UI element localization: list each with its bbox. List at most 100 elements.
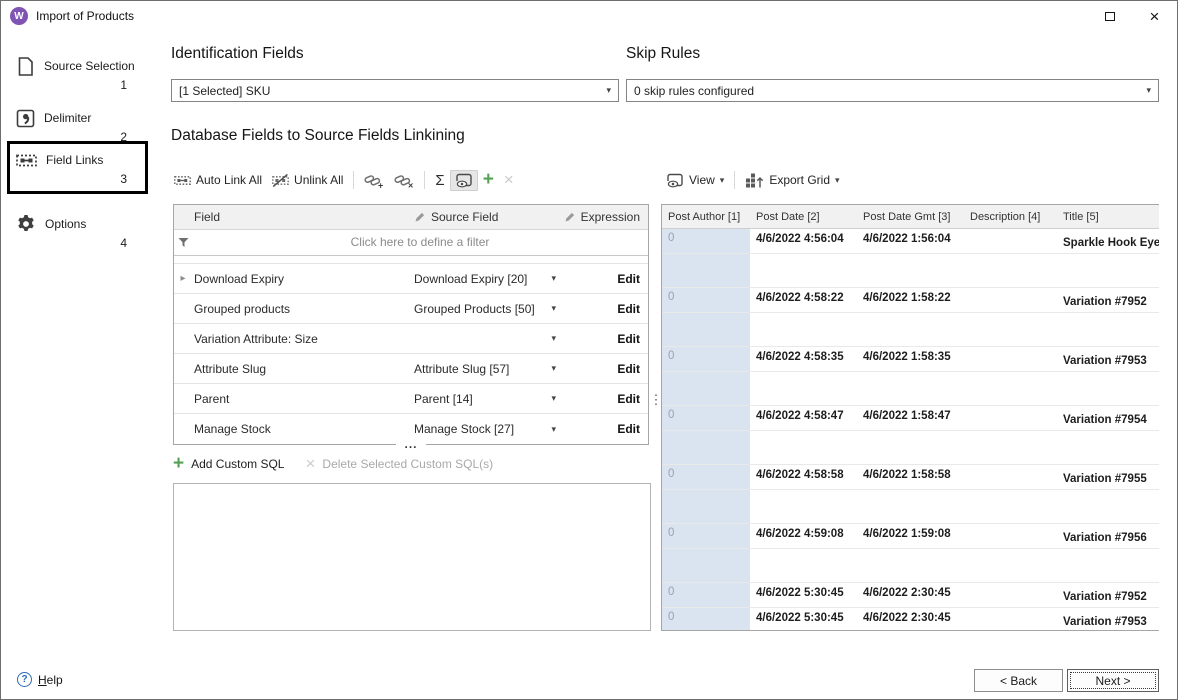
preview-row[interactable]: 04/6/2022 4:58:584/6/2022 1:58:58Variati… [662, 465, 1159, 490]
expression-sum-button[interactable]: Σ [430, 170, 449, 191]
maximize-button[interactable] [1087, 1, 1132, 31]
remove-link-button[interactable]: × [389, 169, 419, 192]
preview-row[interactable]: 04/6/2022 4:58:224/6/2022 1:58:22Variati… [662, 288, 1159, 313]
sidebar-step-source-selection[interactable]: Source Selection 1 [7, 47, 148, 100]
preview-row[interactable] [662, 313, 1159, 347]
description-cell [964, 313, 1057, 346]
help-link[interactable]: ? Help [17, 672, 63, 687]
dropdown-caret-icon[interactable]: ▾ [549, 334, 562, 343]
column-header-expression[interactable]: Expression [562, 210, 648, 224]
preview-row[interactable]: 04/6/2022 4:59:084/6/2022 1:59:08Variati… [662, 524, 1159, 549]
post-date-cell: 4/6/2022 4:58:47 [750, 406, 857, 430]
post-date-cell: 4/6/2022 4:59:08 [750, 524, 857, 548]
expression-cell: Edit [562, 332, 648, 346]
preview-row[interactable] [662, 549, 1159, 583]
field-links-rows: ▸Download ExpiryDownload Expiry [20]▾Edi… [174, 264, 648, 444]
description-cell [964, 431, 1057, 464]
field-link-row[interactable]: Variation Attribute: Size ▾ Edit [174, 324, 648, 354]
field-linking-toolbar: Auto Link All Unlink All + [169, 167, 519, 193]
add-custom-sql-button[interactable]: + Add Custom SQL [173, 457, 284, 471]
field-link-row[interactable]: Attribute SlugAttribute Slug [57]▾Edit [174, 354, 648, 384]
post-date-gmt-cell [857, 313, 964, 346]
identification-fields-heading: Identification Fields [171, 45, 304, 63]
column-header-post-author[interactable]: Post Author [1] [662, 211, 750, 223]
view-dropdown-button[interactable]: View ▾ [661, 170, 729, 191]
export-grid-icon [745, 172, 764, 189]
preview-row[interactable]: 04/6/2022 4:58:474/6/2022 1:58:47Variati… [662, 406, 1159, 431]
skip-rules-dropdown[interactable]: 0 skip rules configured ▾ [626, 79, 1159, 102]
sidebar-step-field-links[interactable]: Field Links 3 [7, 141, 148, 194]
post-date-gmt-cell: 4/6/2022 1:58:58 [857, 465, 964, 489]
unlink-all-button[interactable]: Unlink All [267, 170, 348, 191]
custom-sql-editor[interactable] [173, 483, 651, 631]
title-cell [1057, 431, 1159, 464]
source-field-cell[interactable]: Download Expiry [20]▾ [414, 272, 562, 286]
preview-row[interactable]: 04/6/2022 4:56:044/6/2022 1:56:04Sparkle… [662, 229, 1159, 254]
delete-row-button[interactable]: × [499, 170, 519, 190]
source-field-cell[interactable]: Attribute Slug [57]▾ [414, 362, 562, 376]
plus-icon: + [483, 173, 494, 187]
source-field-cell[interactable]: Manage Stock [27]▾ [414, 422, 562, 436]
edit-link[interactable]: Edit [617, 362, 640, 376]
column-header-field[interactable]: Field [192, 210, 414, 224]
edit-link[interactable]: Edit [617, 302, 640, 316]
field-link-row[interactable]: ▸Download ExpiryDownload Expiry [20]▾Edi… [174, 264, 648, 294]
edit-link[interactable]: Edit [617, 332, 640, 346]
preview-row[interactable]: 04/6/2022 5:30:454/6/2022 2:30:45Variati… [662, 583, 1159, 608]
preview-row[interactable]: 04/6/2022 4:58:354/6/2022 1:58:35Variati… [662, 347, 1159, 372]
view-label: View [689, 173, 715, 187]
edit-link[interactable]: Edit [617, 392, 640, 406]
dropdown-caret-icon[interactable]: ▾ [549, 364, 562, 373]
more-rows-indicator[interactable]: ... [173, 439, 649, 449]
post-date-gmt-cell [857, 254, 964, 287]
source-field-cell[interactable]: Parent [14]▾ [414, 392, 562, 406]
back-button[interactable]: < Back [974, 669, 1063, 692]
preview-row[interactable] [662, 372, 1159, 406]
preview-row[interactable]: 04/6/2022 5:30:454/6/2022 2:30:45Variati… [662, 608, 1159, 631]
close-button[interactable]: × [1132, 1, 1177, 31]
dropdown-caret-icon[interactable]: ▾ [549, 394, 562, 403]
source-field-cell[interactable]: ▾ [414, 334, 562, 343]
auto-link-all-button[interactable]: Auto Link All [169, 170, 267, 191]
field-link-row[interactable]: ParentParent [14]▾Edit [174, 384, 648, 414]
step-label: Field Links [46, 153, 103, 167]
help-label: Help [38, 673, 63, 687]
dropdown-caret-icon[interactable]: ▾ [549, 274, 562, 283]
identification-fields-dropdown[interactable]: [1 Selected] SKU ▾ [171, 79, 619, 102]
delete-custom-sql-button[interactable]: × Delete Selected Custom SQL(s) [305, 457, 493, 471]
sidebar-step-options[interactable]: Options 4 [7, 205, 148, 258]
dropdown-caret-icon[interactable]: ▾ [549, 304, 562, 313]
column-header-title[interactable]: Title [5] [1057, 211, 1159, 223]
preview-toggle-button[interactable] [450, 170, 478, 191]
post-date-cell: 4/6/2022 4:56:04 [750, 229, 857, 253]
post-date-cell [750, 254, 857, 287]
pane-splitter-handle[interactable]: ⋮ [652, 387, 660, 411]
column-header-source-field[interactable]: Source Field [414, 210, 562, 224]
next-button[interactable]: Next > [1067, 669, 1159, 692]
filter-icon [174, 237, 192, 248]
title-cell [1057, 313, 1159, 346]
preview-row[interactable] [662, 254, 1159, 288]
source-field-cell[interactable]: Grouped Products [50]▾ [414, 302, 562, 316]
post-author-cell [662, 549, 750, 582]
column-header-post-date[interactable]: Post Date [2] [750, 211, 857, 223]
post-author-cell: 0 [662, 524, 750, 548]
edit-link[interactable]: Edit [617, 422, 640, 436]
add-link-button[interactable]: + [359, 169, 389, 192]
preview-row[interactable] [662, 490, 1159, 524]
post-date-gmt-cell: 4/6/2022 1:58:47 [857, 406, 964, 430]
add-row-button[interactable]: + [478, 170, 499, 190]
export-grid-dropdown-button[interactable]: Export Grid ▾ [740, 169, 844, 192]
column-header-post-date-gmt[interactable]: Post Date Gmt [3] [857, 211, 964, 223]
preview-row[interactable] [662, 431, 1159, 465]
dropdown-caret-icon[interactable]: ▾ [549, 425, 562, 434]
filter-row[interactable]: Click here to define a filter [174, 230, 648, 257]
app-logo-icon: W [10, 7, 28, 25]
column-header-description[interactable]: Description [4] [964, 211, 1057, 223]
step-number: 1 [16, 78, 139, 95]
field-name-cell: Variation Attribute: Size [192, 332, 414, 346]
description-cell [964, 347, 1057, 371]
edit-link[interactable]: Edit [617, 272, 640, 286]
field-link-row[interactable]: Grouped productsGrouped Products [50]▾Ed… [174, 294, 648, 324]
post-date-cell: 4/6/2022 5:30:45 [750, 583, 857, 607]
